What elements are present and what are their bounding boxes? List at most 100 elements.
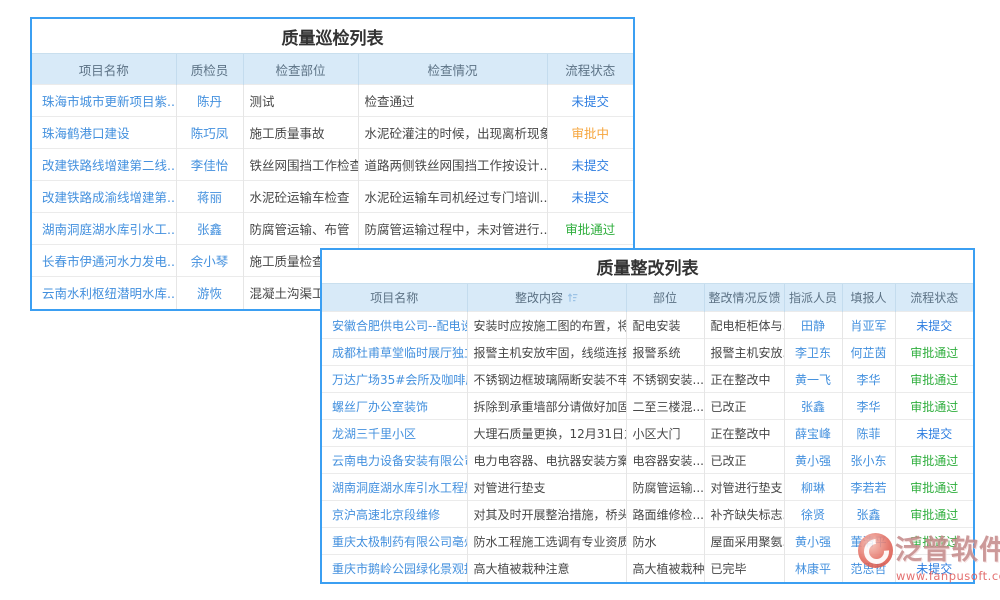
cell-project[interactable]: 云南水利枢纽潜明水库... [32, 277, 176, 309]
assignee-link[interactable]: 黄小强 [795, 454, 831, 468]
reporter-link[interactable]: 何芷茵 [850, 346, 886, 360]
reporter-link[interactable]: 李华 [856, 400, 880, 414]
sort-icon[interactable] [567, 292, 578, 306]
project-link[interactable]: 重庆市鹅岭公园绿化景观提升... [332, 562, 467, 576]
cell-assignee[interactable]: 田静 [784, 312, 842, 339]
cell-inspector[interactable]: 余小琴 [176, 245, 243, 277]
project-link[interactable]: 京沪高速北京段维修 [332, 508, 440, 522]
assignee-link[interactable]: 柳琳 [801, 481, 825, 495]
inspector-link[interactable]: 余小琴 [191, 254, 229, 269]
assignee-link[interactable]: 张鑫 [801, 400, 825, 414]
cell-text: 高大植被栽种注意 [474, 562, 570, 576]
cell-assignee[interactable]: 徐贤 [784, 501, 842, 528]
assignee-link[interactable]: 黄小强 [795, 535, 831, 549]
assignee-link[interactable]: 林康平 [795, 562, 831, 576]
inspector-link[interactable]: 李佳怡 [191, 158, 229, 173]
cell-project[interactable]: 云南电力设备安装有限公司20... [322, 447, 467, 474]
inspector-link[interactable]: 张鑫 [197, 222, 222, 237]
cell-reporter[interactable]: 李华 [842, 393, 895, 420]
project-link[interactable]: 改建铁路成渝线增建第... [42, 190, 176, 205]
cell-assignee[interactable]: 林康平 [784, 555, 842, 582]
project-link[interactable]: 长春市伊通河水力发电... [42, 254, 176, 269]
project-link[interactable]: 万达广场35#会所及咖啡厅空... [332, 373, 467, 387]
reporter-link[interactable]: 张鑫 [856, 508, 880, 522]
cell-project[interactable]: 万达广场35#会所及咖啡厅空... [322, 366, 467, 393]
cell-project[interactable]: 成都杜甫草堂临时展厅独立展... [322, 339, 467, 366]
cell-project[interactable]: 龙湖三千里小区 [322, 420, 467, 447]
project-link[interactable]: 安徽合肥供电公司--配电设备... [332, 319, 467, 333]
cell-feedback: 补齐缺失标志... [704, 501, 784, 528]
inspector-link[interactable]: 游恢 [197, 286, 222, 301]
cell-project[interactable]: 珠海鹤港口建设 [32, 117, 176, 149]
cell-content: 不锈钢边框玻璃隔断安装不牢... [467, 366, 626, 393]
project-link[interactable]: 成都杜甫草堂临时展厅独立展... [332, 346, 467, 360]
cell-assignee[interactable]: 黄小强 [784, 528, 842, 555]
assignee-link[interactable]: 李卫东 [795, 346, 831, 360]
project-link[interactable]: 云南水利枢纽潜明水库... [42, 286, 176, 301]
inspector-link[interactable]: 陈巧凤 [191, 126, 229, 141]
reporter-link[interactable]: 陈菲 [856, 427, 880, 441]
cell-part: 测试 [243, 85, 358, 117]
cell-reporter[interactable]: 肖亚军 [842, 312, 895, 339]
cell-inspector[interactable]: 蒋丽 [176, 181, 243, 213]
cell-project[interactable]: 长春市伊通河水力发电... [32, 245, 176, 277]
project-link[interactable]: 重庆太极制药有限公司亳州中... [332, 535, 467, 549]
cell-assignee[interactable]: 薛宝峰 [784, 420, 842, 447]
cell-project[interactable]: 螺丝厂办公室装饰 [322, 393, 467, 420]
cell-project[interactable]: 改建铁路线增建第二线... [32, 149, 176, 181]
cell-text: 施工质量检查 [250, 254, 325, 269]
cell-text: 报警主机安放牢固，线缆连接... [474, 346, 627, 360]
cell-inspector[interactable]: 张鑫 [176, 213, 243, 245]
project-link[interactable]: 湖南洞庭湖水库引水工程施工标 [332, 481, 467, 495]
column-header-assignee: 指派人员 [784, 284, 842, 312]
assignee-link[interactable]: 田静 [801, 319, 825, 333]
column-header-label: 质检员 [191, 63, 229, 78]
reporter-link[interactable]: 肖亚军 [850, 319, 886, 333]
cell-project[interactable]: 湖南洞庭湖水库引水工... [32, 213, 176, 245]
cell-project[interactable]: 改建铁路成渝线增建第... [32, 181, 176, 213]
assignee-link[interactable]: 黄一飞 [795, 373, 831, 387]
cell-inspector[interactable]: 陈巧凤 [176, 117, 243, 149]
project-link[interactable]: 龙湖三千里小区 [332, 427, 416, 441]
cell-project[interactable]: 珠海市城市更新项目紫... [32, 85, 176, 117]
inspector-link[interactable]: 蒋丽 [197, 190, 222, 205]
inspector-link[interactable]: 陈丹 [197, 94, 222, 109]
column-header-content[interactable]: 整改内容 [467, 284, 626, 312]
cell-assignee[interactable]: 张鑫 [784, 393, 842, 420]
project-link[interactable]: 珠海鹤港口建设 [42, 126, 130, 141]
cell-assignee[interactable]: 黄小强 [784, 447, 842, 474]
cell-project[interactable]: 京沪高速北京段维修 [322, 501, 467, 528]
cell-project[interactable]: 湖南洞庭湖水库引水工程施工标 [322, 474, 467, 501]
cell-reporter[interactable]: 何芷茵 [842, 339, 895, 366]
status-text: 审批通过 [910, 346, 958, 360]
cell-inspector[interactable]: 李佳怡 [176, 149, 243, 181]
cell-text: 测试 [250, 94, 275, 109]
cell-assignee[interactable]: 李卫东 [784, 339, 842, 366]
cell-status: 审批通过 [895, 474, 973, 501]
cell-inspector[interactable]: 陈丹 [176, 85, 243, 117]
assignee-link[interactable]: 徐贤 [801, 508, 825, 522]
reporter-link[interactable]: 张小东 [850, 454, 886, 468]
cell-project[interactable]: 重庆市鹅岭公园绿化景观提升... [322, 555, 467, 582]
project-link[interactable]: 湖南洞庭湖水库引水工... [42, 222, 176, 237]
cell-text: 电力电容器、电抗器安装方案,... [474, 454, 627, 468]
cell-assignee[interactable]: 黄一飞 [784, 366, 842, 393]
cell-project[interactable]: 安徽合肥供电公司--配电设备... [322, 312, 467, 339]
cell-reporter[interactable]: 张鑫 [842, 501, 895, 528]
project-link[interactable]: 珠海市城市更新项目紫... [42, 94, 176, 109]
project-link[interactable]: 云南电力设备安装有限公司20... [332, 454, 467, 468]
column-header-label: 检查情况 [427, 63, 477, 78]
project-link[interactable]: 改建铁路线增建第二线... [42, 158, 176, 173]
table-row: 湖南洞庭湖水库引水工程施工标对管进行垫支防腐管运输...对管进行垫支柳琳李若若审… [322, 474, 973, 501]
cell-reporter[interactable]: 李华 [842, 366, 895, 393]
cell-inspector[interactable]: 游恢 [176, 277, 243, 309]
project-link[interactable]: 螺丝厂办公室装饰 [332, 400, 428, 414]
cell-reporter[interactable]: 李若若 [842, 474, 895, 501]
assignee-link[interactable]: 薛宝峰 [795, 427, 831, 441]
reporter-link[interactable]: 李华 [856, 373, 880, 387]
cell-reporter[interactable]: 张小东 [842, 447, 895, 474]
cell-reporter[interactable]: 陈菲 [842, 420, 895, 447]
cell-assignee[interactable]: 柳琳 [784, 474, 842, 501]
cell-project[interactable]: 重庆太极制药有限公司亳州中... [322, 528, 467, 555]
reporter-link[interactable]: 李若若 [850, 481, 886, 495]
